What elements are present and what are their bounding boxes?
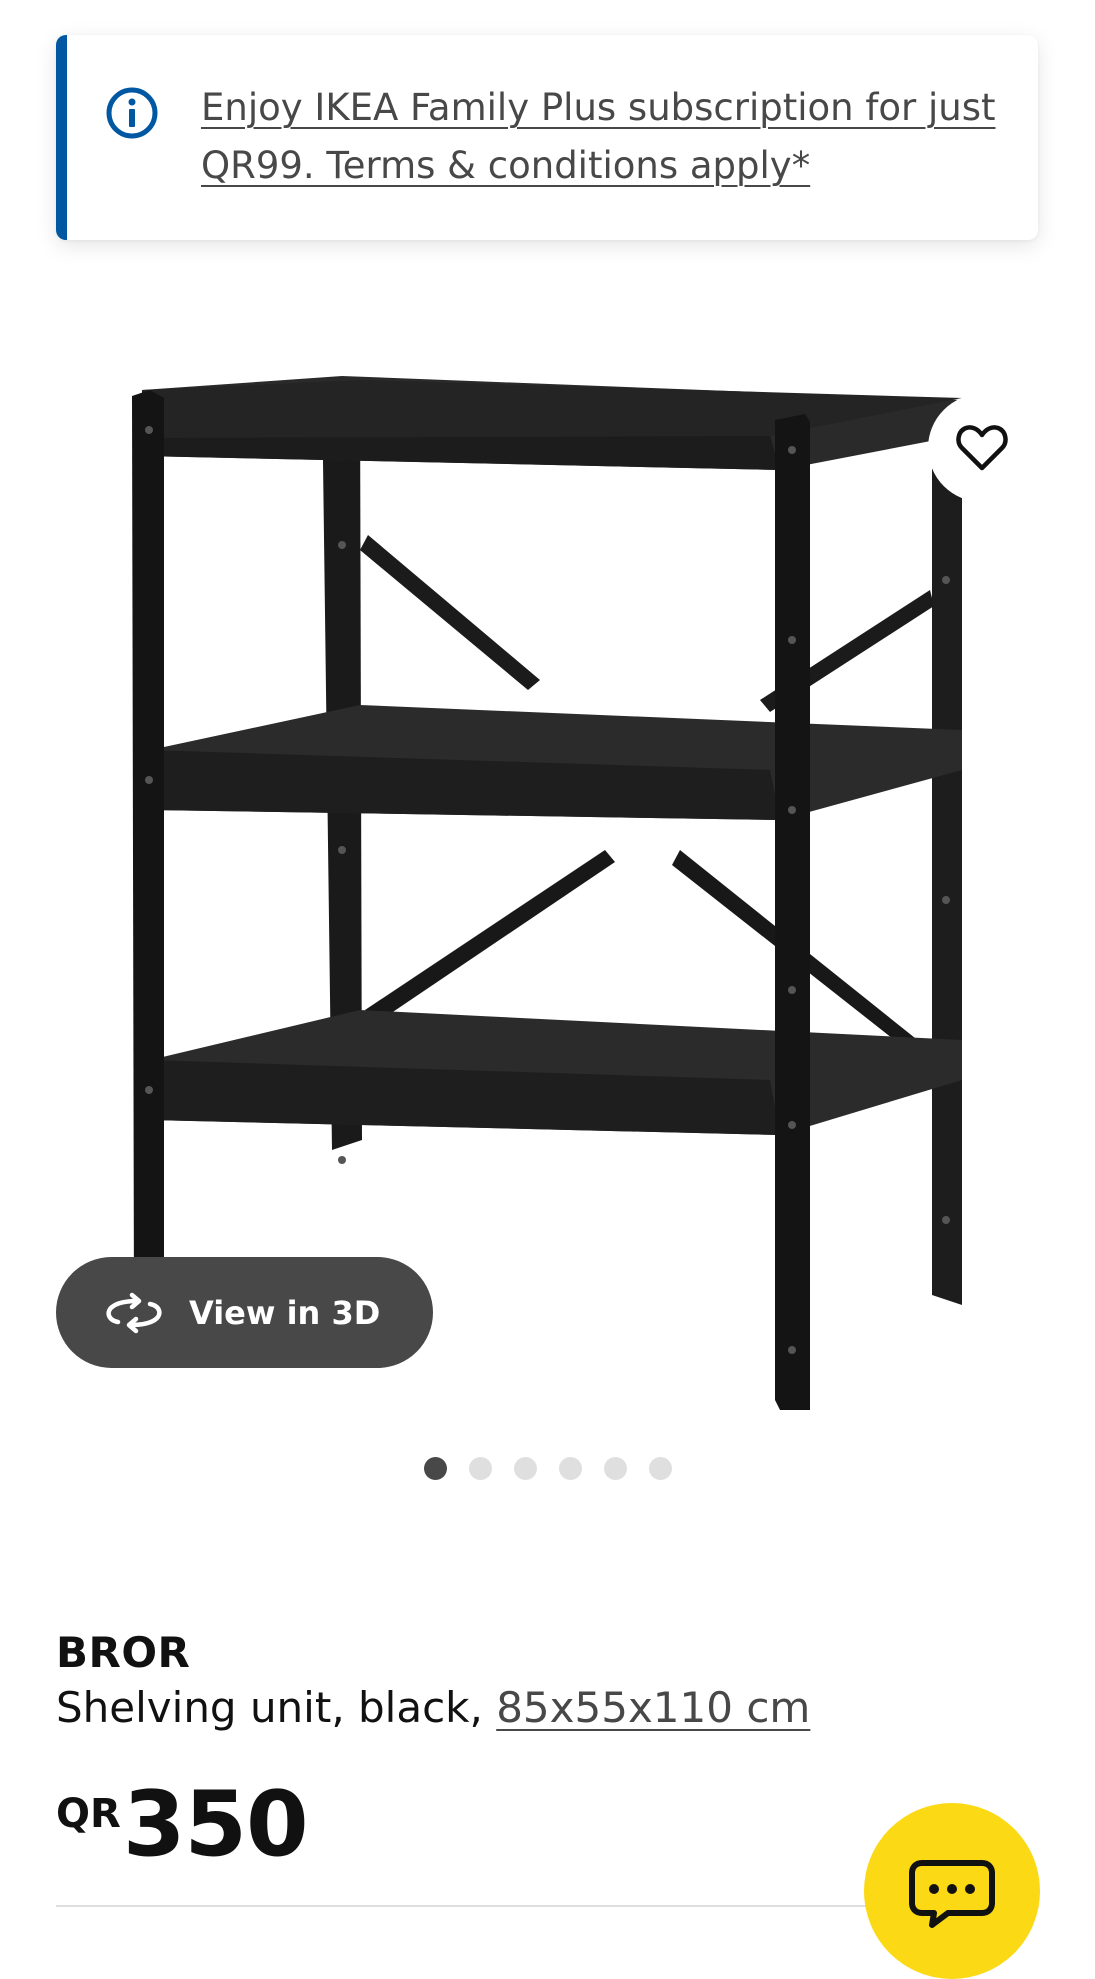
product-image [132, 376, 962, 1410]
product-description-text: Shelving unit, black, [56, 1683, 497, 1732]
banner-accent-stripe [56, 35, 67, 240]
view-in-3d-button[interactable]: View in 3D [56, 1257, 433, 1368]
chat-bubble-icon [909, 1860, 995, 1928]
banner-link[interactable]: Enjoy IKEA Family Plus subscription for … [201, 79, 1011, 195]
price-currency: QR [56, 1791, 121, 1837]
carousel-dot[interactable] [603, 1457, 627, 1480]
product-price: QR 350 [56, 1772, 309, 1877]
heart-icon [956, 425, 1008, 471]
info-banner: Enjoy IKEA Family Plus subscription for … [56, 35, 1038, 240]
carousel-dot[interactable] [648, 1457, 672, 1480]
price-amount: 350 [122, 1772, 309, 1877]
carousel-dot[interactable] [468, 1457, 492, 1480]
view-in-3d-label: View in 3D [189, 1293, 381, 1332]
carousel-dot[interactable] [513, 1457, 537, 1480]
image-carousel-dots [0, 1457, 1095, 1480]
info-icon [106, 87, 158, 139]
chat-button[interactable] [864, 1803, 1040, 1979]
product-description: Shelving unit, black, 85x55x110 cm [56, 1683, 810, 1732]
product-dimensions-link[interactable]: 85x55x110 cm [496, 1683, 810, 1732]
favourite-button[interactable] [928, 394, 1036, 502]
rotate-3d-icon [106, 1292, 162, 1333]
carousel-dot[interactable] [558, 1457, 582, 1480]
product-name: BROR [56, 1628, 191, 1677]
product-image-gallery[interactable]: View in 3D [0, 330, 1095, 1420]
carousel-dot[interactable] [423, 1457, 447, 1480]
